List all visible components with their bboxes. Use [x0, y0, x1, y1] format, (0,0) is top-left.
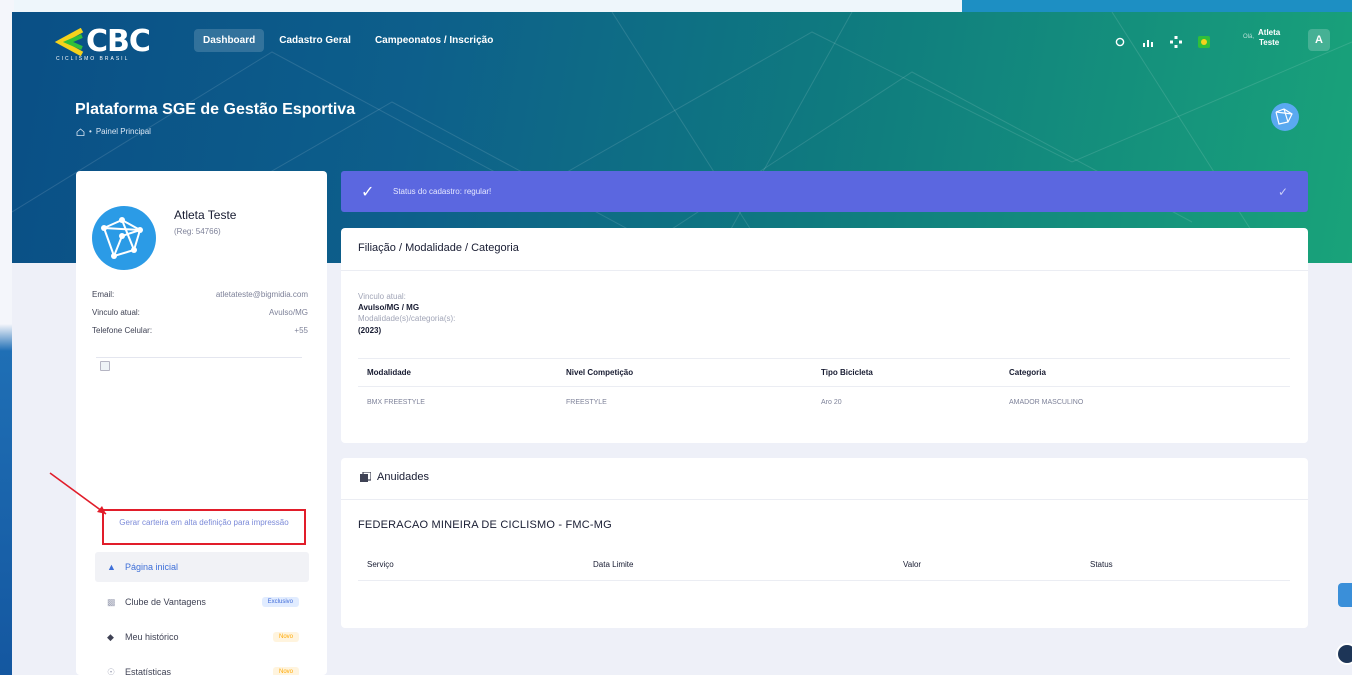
menu-label: Página inicial — [125, 562, 179, 572]
home-icon[interactable] — [76, 127, 85, 136]
anuidades-title: Anuidades — [377, 471, 429, 483]
menu-label: Clube de Vantagens — [125, 597, 206, 607]
anuidades-card: Anuidades FEDERACAO MINEIRA DE CICLISMO … — [341, 458, 1308, 628]
language-flag-icon[interactable] — [1190, 32, 1218, 52]
top-right-background — [962, 0, 1352, 12]
logo-subtitle: CICLISMO BRASIL — [56, 56, 130, 62]
menu-estatisticas[interactable]: ☉ Estatísticas Novo — [95, 657, 309, 675]
accessibility-icon[interactable] — [1336, 643, 1352, 665]
profile-name: Atleta Teste — [174, 208, 237, 222]
divider — [358, 358, 1290, 359]
user-first-name: Atleta — [1258, 28, 1281, 37]
nav-campeonatos[interactable]: Campeonatos / Inscrição — [366, 29, 502, 52]
user-icon: ▲ — [107, 562, 116, 572]
chat-widget-icon[interactable] — [1338, 583, 1352, 607]
divider — [341, 270, 1308, 271]
col-nivel: Nivel Competição — [566, 368, 634, 377]
menu-label: Meu histórico — [125, 632, 179, 642]
cell-categoria: AMADOR MASCULINO — [1009, 399, 1084, 406]
page-title: Plataforma SGE de Gestão Esportiva — [75, 101, 356, 118]
federation-name: FEDERACAO MINEIRA DE CICLISMO - FMC-MG — [358, 519, 612, 531]
apps-icon[interactable] — [1162, 32, 1190, 52]
breadcrumb-item[interactable]: Painel Principal — [96, 127, 151, 136]
vinculo-label: Vinculo atual: — [92, 308, 140, 317]
cell-modalidade: BMX FREESTYLE — [367, 399, 425, 406]
badge-exclusivo: Exclusivo — [261, 597, 299, 607]
shield-icon: ▩ — [107, 596, 116, 607]
stats-icon: ☉ — [107, 666, 116, 675]
main-nav: Dashboard Cadastro Geral Campeonatos / I… — [194, 29, 502, 52]
nav-dashboard[interactable]: Dashboard — [194, 29, 265, 52]
email-row: Email: atletateste@bigmidia.com — [92, 290, 308, 299]
divider — [341, 499, 1308, 500]
print-card-link[interactable]: Gerar carteira em alta definição para im… — [102, 509, 306, 545]
divider — [358, 386, 1290, 387]
year-value: (2023) — [358, 326, 382, 335]
telefone-row: Telefone Celular: +55 — [92, 326, 308, 335]
filiacao-title: Filiação / Modalidade / Categoria — [358, 242, 519, 254]
vinculo-value: Avulso/MG / MG — [358, 303, 420, 312]
vinculo-label: Vinculo atual: — [358, 292, 406, 301]
network-globe-icon — [1271, 103, 1299, 131]
bar-chart-icon[interactable] — [1134, 32, 1162, 52]
col-categoria: Categoria — [1009, 368, 1046, 377]
badge-novo: Novo — [272, 632, 299, 642]
greeting: Olá, — [1243, 34, 1255, 40]
profile-reg-number: (Reg: 54766) — [174, 227, 221, 236]
menu-pagina-inicial[interactable]: ▲ Página inicial — [95, 552, 309, 582]
col-status: Status — [1090, 560, 1113, 569]
badge-novo: Novo — [272, 667, 299, 675]
divider — [96, 357, 302, 358]
user-last-name: Teste — [1258, 38, 1280, 47]
vinculo-value: Avulso/MG — [269, 308, 308, 317]
broken-image-icon — [100, 361, 110, 371]
breadcrumb-separator: • — [89, 127, 92, 136]
col-data-limite: Data Limite — [593, 560, 634, 569]
nav-cadastro-geral[interactable]: Cadastro Geral — [270, 29, 360, 52]
search-icon[interactable] — [1106, 32, 1134, 52]
telefone-value: +55 — [294, 326, 308, 335]
telefone-label: Telefone Celular: — [92, 326, 153, 335]
status-alert: ✓ Status do cadastro: regular! ✓ — [341, 171, 1308, 212]
filiacao-card: Filiação / Modalidade / Categoria Vincul… — [341, 228, 1308, 443]
email-value: atletateste@bigmidia.com — [215, 290, 308, 299]
breadcrumb: • Painel Principal — [76, 127, 151, 136]
annotation-arrow — [49, 472, 107, 515]
col-modalidade: Modalidade — [367, 368, 412, 377]
check-icon[interactable]: ✓ — [1278, 185, 1288, 199]
cell-nivel: FREESTYLE — [566, 399, 607, 406]
diamond-icon: ◆ — [107, 631, 114, 642]
menu-clube-vantagens[interactable]: ▩ Clube de Vantagens Exclusivo — [95, 587, 309, 617]
logo-chevron-icon — [54, 28, 84, 56]
top-toolbar — [1106, 32, 1218, 52]
profile-card: Atleta Teste (Reg: 54766) Email: atletat… — [76, 171, 327, 675]
stack-icon — [360, 472, 371, 482]
divider — [358, 580, 1290, 581]
modalidade-label: Modalidade(s)/categoria(s): — [358, 314, 456, 323]
logo-text: CBC — [86, 24, 151, 59]
status-text: Status do cadastro: regular! — [393, 187, 492, 196]
vinculo-row: Vinculo atual: Avulso/MG — [92, 308, 308, 317]
col-servico: Serviço — [367, 560, 394, 569]
cell-tipo: Aro 20 — [821, 399, 842, 406]
user-avatar[interactable]: A — [1308, 29, 1330, 51]
menu-label: Estatísticas — [125, 667, 172, 675]
col-valor: Valor — [903, 560, 922, 569]
profile-avatar — [92, 206, 156, 270]
email-label: Email: — [92, 290, 115, 299]
menu-meu-historico[interactable]: ◆ Meu histórico Novo — [95, 622, 309, 652]
check-icon: ✓ — [361, 183, 375, 201]
user-name[interactable]: Atleta Teste — [1258, 28, 1280, 48]
col-tipo-bicicleta: Tipo Bicicleta — [821, 368, 873, 377]
